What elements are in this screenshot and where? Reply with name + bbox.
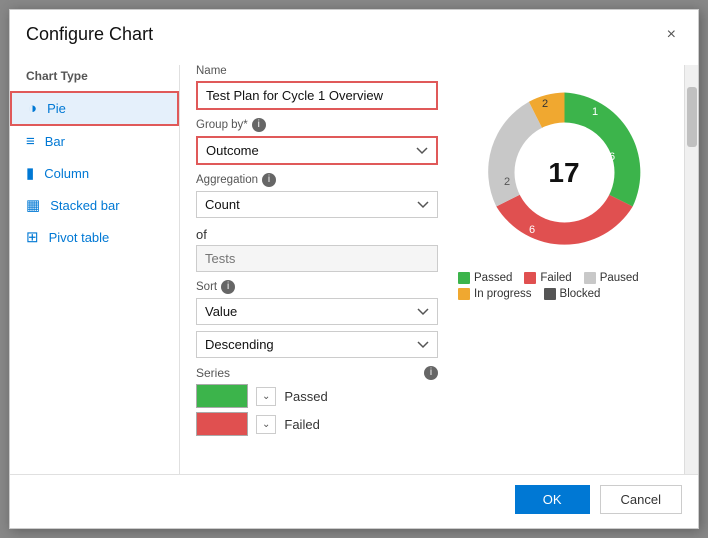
- legend-dot-blocked: [544, 288, 556, 300]
- legend-dot-in-progress: [458, 288, 470, 300]
- sidebar-item-stacked-bar[interactable]: ▦ Stacked bar: [10, 189, 179, 221]
- series-info-icon: i: [424, 366, 438, 380]
- dialog-footer: OK Cancel: [10, 474, 698, 528]
- name-field-group: Name: [196, 65, 438, 110]
- sort-label: Sort i: [196, 280, 438, 294]
- chart-preview-area: 6 6 2 2 1 17 Passed Failed: [454, 65, 684, 474]
- sidebar-item-pivot-table[interactable]: ⊞ Pivot table: [10, 221, 179, 253]
- series-header: Series i: [196, 366, 438, 380]
- legend-item-passed: Passed: [458, 272, 512, 284]
- sidebar-item-pivot-table-label: Pivot table: [49, 230, 110, 245]
- chart-legend: Passed Failed Paused In progress Blocked: [454, 272, 674, 300]
- aggregation-info-icon: i: [262, 173, 276, 187]
- sort-order-select[interactable]: Descending: [196, 331, 438, 358]
- label-failed: 6: [528, 224, 534, 236]
- passed-chevron-button[interactable]: ⌄: [256, 387, 276, 406]
- group-by-info-icon: i: [252, 118, 266, 132]
- legend-item-in-progress: In progress: [458, 288, 532, 300]
- legend-label-paused: Paused: [600, 272, 639, 284]
- label-passed: 6: [608, 151, 614, 163]
- of-input: [196, 245, 438, 272]
- pivot-table-icon: ⊞: [26, 228, 39, 246]
- label-blocked: 1: [591, 106, 597, 118]
- cancel-button[interactable]: Cancel: [600, 485, 682, 514]
- dialog-body: Chart Type ◑ Pie ≡ Bar ▮ Column ▦ Stacke…: [10, 55, 698, 474]
- sidebar-item-bar-label: Bar: [45, 134, 65, 149]
- group-by-label: Group by* i: [196, 118, 438, 132]
- legend-label-passed: Passed: [474, 272, 512, 284]
- close-button[interactable]: ×: [661, 25, 682, 45]
- sort-info-icon: i: [221, 280, 235, 294]
- failed-color-box: [196, 412, 248, 436]
- configure-chart-dialog: Configure Chart × Chart Type ◑ Pie ≡ Bar…: [9, 9, 699, 529]
- legend-item-blocked: Blocked: [544, 288, 601, 300]
- dialog-title: Configure Chart: [26, 24, 153, 45]
- scrollbar-thumb[interactable]: [687, 87, 697, 147]
- bar-icon: ≡: [26, 133, 35, 150]
- column-icon: ▮: [26, 164, 34, 182]
- aggregation-field-group: Aggregation i Count: [196, 173, 438, 218]
- title-bar: Configure Chart ×: [10, 10, 698, 55]
- sidebar-item-stacked-bar-label: Stacked bar: [50, 198, 119, 213]
- aggregation-select[interactable]: Count: [196, 191, 438, 218]
- of-field-group: of: [196, 226, 438, 272]
- sidebar-item-column-label: Column: [44, 166, 89, 181]
- scrollbar-track[interactable]: [684, 65, 698, 474]
- group-by-field-group: Group by* i Outcome: [196, 118, 438, 165]
- form-area: Name Group by* i Outcome Aggregation i: [180, 65, 454, 474]
- legend-label-blocked: Blocked: [560, 288, 601, 300]
- series-row-failed: ⌄ Failed: [196, 412, 438, 436]
- failed-series-name: Failed: [284, 417, 319, 432]
- ok-button[interactable]: OK: [515, 485, 590, 514]
- legend-dot-passed: [458, 272, 470, 284]
- sidebar-item-pie-label: Pie: [47, 101, 66, 116]
- passed-color-box: [196, 384, 248, 408]
- series-field-group: Series i ⌄ Passed ⌄ Failed: [196, 366, 438, 436]
- failed-chevron-button[interactable]: ⌄: [256, 415, 276, 434]
- pie-icon: ◑: [28, 100, 37, 117]
- donut-chart: 6 6 2 2 1 17: [477, 85, 652, 260]
- legend-label-failed: Failed: [540, 272, 571, 284]
- legend-dot-failed: [524, 272, 536, 284]
- sidebar-item-pie[interactable]: ◑ Pie: [10, 91, 179, 126]
- legend-dot-paused: [584, 272, 596, 284]
- chart-type-sidebar: Chart Type ◑ Pie ≡ Bar ▮ Column ▦ Stacke…: [10, 65, 180, 474]
- stacked-bar-icon: ▦: [26, 196, 40, 214]
- of-label: of: [196, 227, 438, 242]
- sidebar-item-bar[interactable]: ≡ Bar: [10, 126, 179, 157]
- legend-item-paused: Paused: [584, 272, 639, 284]
- series-row-passed: ⌄ Passed: [196, 384, 438, 408]
- sidebar-item-column[interactable]: ▮ Column: [10, 157, 179, 189]
- label-paused: 2: [503, 176, 509, 188]
- passed-series-name: Passed: [284, 389, 327, 404]
- sort-field-group: Sort i Value Descending: [196, 280, 438, 358]
- legend-item-failed: Failed: [524, 272, 571, 284]
- name-label: Name: [196, 65, 438, 77]
- aggregation-label: Aggregation i: [196, 173, 438, 187]
- chart-type-label: Chart Type: [10, 65, 179, 91]
- series-label: Series: [196, 366, 230, 380]
- sort-select[interactable]: Value: [196, 298, 438, 325]
- group-by-select[interactable]: Outcome: [196, 136, 438, 165]
- legend-label-in-progress: In progress: [474, 288, 532, 300]
- label-in-progress: 2: [541, 98, 547, 110]
- donut-center-value: 17: [548, 157, 579, 189]
- name-input[interactable]: [196, 81, 438, 110]
